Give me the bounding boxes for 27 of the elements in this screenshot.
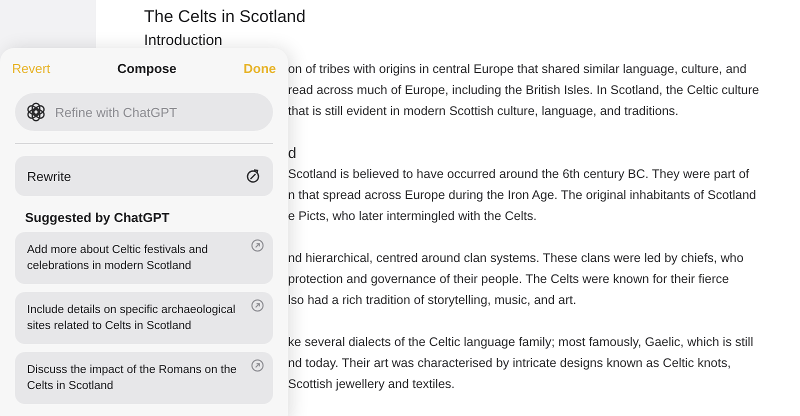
chatgpt-logo-icon <box>25 101 47 123</box>
section-heading: d <box>288 144 296 164</box>
paragraph-line: read across much of Europe, including the British Isles. In Scotland, the Celtic culture <box>288 82 760 99</box>
suggestion-button[interactable]: Discuss the impact of the Romans on the Celts in Scotland <box>15 352 273 404</box>
suggestions-heading: Suggested by ChatGPT <box>25 210 170 225</box>
rewrite-icon <box>245 168 261 184</box>
paragraph-line: nd hierarchical, centred around clan systems. These clans were led by chiefs, who <box>288 250 744 267</box>
paragraph-line: n that spread across Europe during the Iron Age. The original inhabitants of Scotland <box>288 187 756 204</box>
refine-field[interactable]: Refine with ChatGPT <box>15 93 273 131</box>
paragraph-line: nd today. Their art was characterised by intricate designs known as Celtic knots, <box>288 355 731 372</box>
rewrite-button[interactable]: Rewrite <box>15 156 273 196</box>
paragraph-line: lso had a rich tradition of storytelling, music, and art. <box>288 292 576 309</box>
paragraph-line: Scotland is believed to have occurred around the 6th century BC. They were part of <box>288 166 750 183</box>
paragraph-line: that is still evident in modern Scottish culture, language, and traditions. <box>288 103 678 120</box>
paragraph-line: on of tribes with origins in central Europe that shared similar language, culture, and <box>288 61 747 78</box>
arrow-circle-icon <box>251 299 264 312</box>
suggestion-button[interactable]: Include details on specific archaeological sites related to Celts in Scotland <box>15 292 273 344</box>
paragraph-line: Scottish jewellery and textiles. <box>288 376 455 393</box>
arrow-circle-icon <box>251 239 264 252</box>
section-heading: Introduction <box>144 31 224 51</box>
arrow-circle-icon <box>251 359 264 372</box>
paragraph-line: protection and governance of their people. The Celts were known for their fierce <box>288 271 729 288</box>
paragraph-line: e Picts, who later intermingled with the Celts. <box>288 208 537 225</box>
paragraph-line: ke several dialects of the Celtic language family; most famously, Gaelic, which is still <box>288 334 754 351</box>
document-title: The Celts in Scotland <box>144 6 307 28</box>
suggestion-button[interactable]: Add more about Celtic festivals and celebrations in modern Scotland <box>15 232 273 284</box>
popover-title: Compose <box>117 60 177 76</box>
